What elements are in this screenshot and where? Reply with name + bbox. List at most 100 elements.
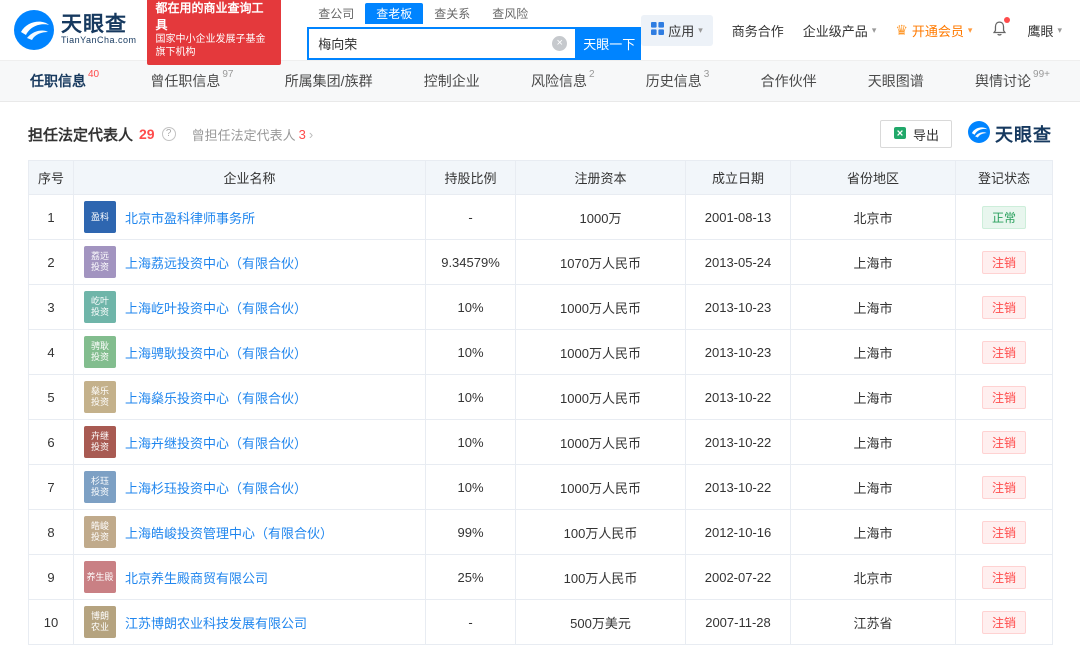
crown-icon: ♛	[895, 21, 908, 38]
establish-date: 2002-07-22	[685, 554, 791, 600]
logo-title: 天眼查	[61, 13, 127, 37]
company-name-link[interactable]: 上海荔远投资中心（有限合伙）	[125, 253, 307, 272]
col-shareholding-ratio: 持股比例	[425, 160, 516, 195]
province-region: 上海市	[790, 464, 956, 510]
company-name-link[interactable]: 上海骋耿投资中心（有限合伙）	[125, 343, 307, 362]
table-row: 9 养生殿 北京养生殿商贸有限公司 25% 100万人民币 2002-07-22…	[28, 554, 1053, 600]
clear-icon[interactable]: ×	[552, 36, 568, 51]
company-name-link[interactable]: 北京市盈科律师事务所	[125, 208, 255, 227]
section-header-right: 导出 天眼查	[879, 120, 1052, 148]
tianyancha-logo[interactable]: 天眼查 TianYanCha.com	[14, 10, 137, 50]
table-row: 1 盈科 北京市盈科律师事务所 - 1000万 2001-08-13 北京市 正…	[28, 194, 1053, 240]
establish-date: 2001-08-13	[685, 194, 791, 240]
row-index: 1	[28, 194, 74, 240]
bell-icon	[991, 20, 1008, 40]
col-establish-date: 成立日期	[685, 160, 791, 195]
establish-date: 2012-10-16	[685, 509, 791, 555]
nav-tab-3[interactable]: 所属集团/族群	[285, 71, 373, 91]
company-name-link[interactable]: 上海燊乐投资中心（有限合伙）	[125, 388, 307, 407]
status-badge: 注销	[981, 340, 1026, 364]
enterprise-products-menu[interactable]: 企业级产品 ▾	[803, 21, 877, 40]
company-name-link[interactable]: 北京养生殿商贸有限公司	[125, 568, 268, 587]
company-logo: 皓峻 投资	[84, 516, 116, 548]
tianyancha-watermark-icon	[968, 120, 990, 148]
logo-subtitle: TianYanCha.com	[61, 35, 137, 46]
row-index: 10	[28, 599, 74, 645]
row-index: 9	[28, 554, 74, 600]
nav-tab-1[interactable]: 任职信息 40	[30, 69, 99, 91]
biz-cooperation-link[interactable]: 商务合作	[732, 21, 784, 40]
shareholding-ratio: 25%	[425, 554, 516, 600]
table-row: 10 博朗 农业 江苏博朗农业科技发展有限公司 - 500万美元 2007-11-…	[28, 599, 1053, 645]
company-name-link[interactable]: 上海屹叶投资中心（有限合伙）	[125, 298, 307, 317]
table-header-row: 序号 企业名称 持股比例 注册资本 成立日期 省份地区 登记状态	[28, 160, 1053, 195]
search-button[interactable]: 天眼一下	[577, 27, 642, 60]
search-tab-relation[interactable]: 查关系	[423, 3, 481, 24]
search-tab-risk[interactable]: 查风险	[481, 3, 539, 24]
tianyancha-logo-icon	[14, 10, 54, 50]
chevron-down-icon: ▾	[871, 24, 877, 35]
nav-tab-8[interactable]: 天眼图谱	[868, 71, 924, 91]
status-badge: 注销	[981, 430, 1026, 454]
past-legal-rep-link[interactable]: 曾担任法定代表人 3 ›	[192, 125, 314, 144]
shareholding-ratio: 10%	[425, 284, 516, 330]
biz-cooperation-label: 商务合作	[731, 23, 784, 39]
search-tab-company[interactable]: 查公司	[307, 3, 365, 24]
company-name-link[interactable]: 江苏博朗农业科技发展有限公司	[125, 613, 307, 632]
shareholding-ratio: 10%	[425, 419, 516, 465]
status-badge: 正常	[981, 205, 1026, 229]
nav-tab-2[interactable]: 曾任职信息 97	[150, 69, 233, 91]
notification-bell[interactable]	[991, 17, 1011, 40]
row-index: 7	[28, 464, 74, 510]
vip-menu[interactable]: ♛ 开通会员 ▾	[895, 21, 972, 40]
table-row: 5 燊乐 投资 上海燊乐投资中心（有限合伙） 10% 1000万人民币 2013-…	[28, 374, 1053, 420]
tianyancha-watermark: 天眼查	[968, 120, 1052, 148]
nav-tab-9[interactable]: 舆情讨论 99+	[975, 69, 1050, 91]
table-row: 4 骋耿 投资 上海骋耿投资中心（有限合伙） 10% 1000万人民币 2013-…	[28, 329, 1053, 375]
nav-tab-6[interactable]: 历史信息 3	[646, 69, 710, 91]
notification-dot	[1004, 17, 1011, 23]
col-index: 序号	[28, 160, 74, 195]
logo-text: 天眼查 TianYanCha.com	[61, 13, 137, 46]
province-region: 江苏省	[790, 599, 956, 645]
registered-capital: 100万人民币	[515, 554, 686, 600]
section-title: 担任法定代表人	[28, 126, 134, 144]
info-icon[interactable]: ?	[161, 127, 176, 141]
col-registration-status: 登记状态	[955, 160, 1053, 195]
registered-capital: 1000万人民币	[515, 464, 686, 510]
nav-tab-5[interactable]: 风险信息 2	[531, 69, 595, 91]
registered-capital: 1000万人民币	[515, 329, 686, 375]
search-input[interactable]	[309, 36, 553, 51]
row-index: 8	[28, 509, 74, 555]
col-company-name: 企业名称	[73, 160, 426, 195]
row-index: 4	[28, 329, 74, 375]
search-area: 查公司 查老板 查关系 查风险 × 天眼一下	[307, 0, 642, 60]
search-tabs: 查公司 查老板 查关系 查风险	[307, 3, 641, 24]
promo-line1: 都在用的商业查询工具	[155, 1, 264, 32]
shareholding-ratio: 10%	[425, 464, 516, 510]
promo-line2: 国家中小企业发展子基金旗下机构	[155, 33, 266, 59]
chevron-down-icon: ▾	[967, 24, 973, 35]
province-region: 上海市	[790, 239, 956, 285]
company-name-link[interactable]: 上海杉珏投资中心（有限合伙）	[125, 478, 307, 497]
registered-capital: 1000万人民币	[515, 419, 686, 465]
company-name-link[interactable]: 上海卉继投资中心（有限合伙）	[125, 433, 307, 452]
row-index: 5	[28, 374, 74, 420]
company-name-link[interactable]: 上海皓峻投资管理中心（有限合伙）	[125, 523, 333, 542]
establish-date: 2007-11-28	[685, 599, 791, 645]
company-logo: 杉珏 投资	[84, 471, 116, 503]
search-tab-boss[interactable]: 查老板	[365, 3, 424, 24]
table-row: 8 皓峻 投资 上海皓峻投资管理中心（有限合伙） 99% 100万人民币 2012…	[28, 509, 1053, 555]
company-logo: 卉继 投资	[84, 426, 116, 458]
shareholding-ratio: 10%	[425, 374, 516, 420]
company-logo: 屹叶 投资	[84, 291, 116, 323]
company-logo: 荔远 投资	[84, 246, 116, 278]
eagle-eye-menu[interactable]: 鹰眼 ▾	[1027, 21, 1062, 40]
company-logo: 养生殿	[84, 561, 116, 593]
apps-menu[interactable]: 应用 ▾	[641, 14, 713, 46]
nav-tab-4[interactable]: 控制企业	[424, 71, 480, 91]
section-header: 担任法定代表人 29 ? 曾担任法定代表人 3 › 导出 天眼查	[28, 120, 1052, 148]
establish-date: 2013-10-23	[685, 329, 791, 375]
export-button[interactable]: 导出	[879, 120, 952, 148]
nav-tab-7[interactable]: 合作伙伴	[761, 71, 817, 91]
